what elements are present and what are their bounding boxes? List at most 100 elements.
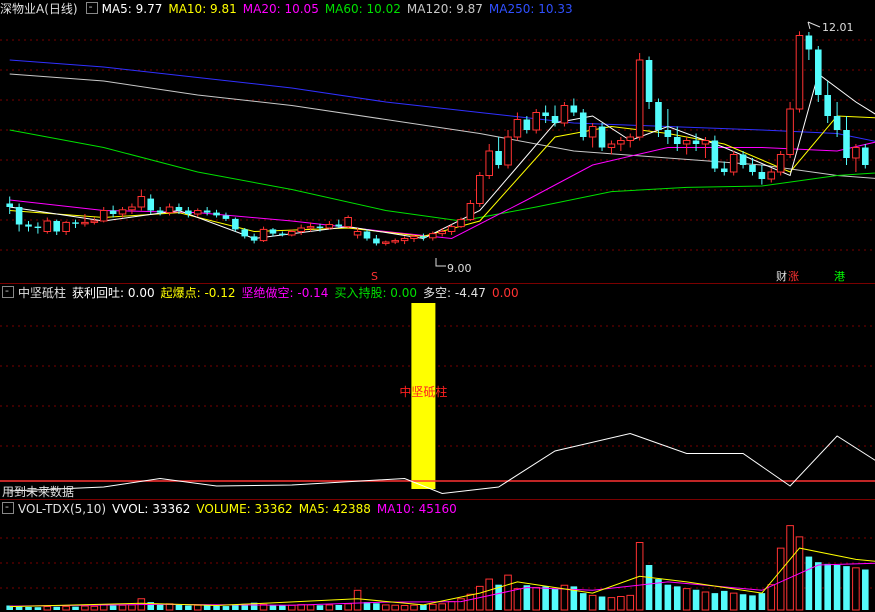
candle-body	[118, 209, 127, 215]
volume-bar	[588, 594, 597, 611]
candle-body	[250, 236, 258, 241]
vol-ma10-label: MA10: 45160	[376, 502, 457, 516]
volume-bar	[429, 603, 437, 611]
candle-body	[682, 140, 691, 145]
candle-body	[523, 119, 531, 130]
indicator-chart[interactable]: 中坚砥柱 用到未来数据	[0, 286, 875, 501]
volume-bar	[749, 595, 756, 610]
candle-body	[381, 241, 390, 244]
candle-body	[833, 116, 841, 130]
candle-body	[6, 203, 13, 207]
volume-bar	[447, 601, 456, 611]
volume-bar	[786, 525, 794, 611]
volume-bar	[363, 602, 371, 610]
candle-body	[862, 147, 869, 165]
candle-body	[72, 222, 79, 224]
candle-body	[495, 151, 502, 165]
candle-body	[353, 231, 362, 236]
volume-bar	[729, 592, 738, 611]
candle-body	[363, 231, 371, 239]
candle-body	[711, 140, 719, 169]
volume-bar	[269, 604, 277, 610]
candle-body	[749, 165, 756, 172]
ma250-line	[9, 59, 875, 142]
candle-body	[776, 154, 785, 173]
candle-body	[739, 154, 747, 165]
volume-bar	[513, 588, 522, 611]
volume-bar	[776, 547, 785, 611]
candle-body	[90, 220, 99, 223]
volume-bar	[391, 604, 399, 611]
volume-bar	[316, 605, 324, 610]
candle-body	[588, 126, 597, 138]
candle-body	[287, 231, 296, 236]
volume-bar	[833, 565, 841, 610]
volume-bar	[15, 606, 23, 610]
moving-average-lines	[9, 59, 875, 240]
volume-bar	[222, 606, 230, 610]
candle-body	[43, 220, 52, 232]
volume-bar	[43, 606, 52, 611]
event-gang-marker[interactable]: 港	[834, 270, 845, 283]
volume-bar	[692, 589, 700, 610]
volume-chart[interactable]	[0, 518, 875, 612]
candle-body	[213, 212, 220, 216]
volume-bar	[457, 598, 465, 611]
candle-body	[62, 221, 70, 232]
candle-body	[729, 154, 738, 173]
volume-bar	[824, 563, 831, 610]
candle-body	[316, 226, 324, 228]
volume-bar	[682, 588, 691, 611]
event-cai-marker[interactable]: 财	[776, 269, 787, 283]
candle-body	[767, 171, 776, 180]
candle-body	[466, 203, 475, 221]
volume-bar	[34, 607, 42, 610]
volume-bar	[410, 604, 418, 611]
volume-bar	[664, 584, 672, 610]
vvol-label: VVOL: 33362	[112, 502, 191, 516]
candle-body	[259, 228, 268, 242]
candle-body	[457, 219, 465, 228]
volume-bar	[607, 597, 616, 611]
candle-body	[156, 210, 164, 213]
volume-bar	[175, 604, 183, 610]
candle-body	[203, 210, 211, 213]
volume-bar	[843, 566, 850, 610]
candle-body	[485, 150, 494, 176]
panel-divider	[0, 499, 875, 500]
volume-bar	[53, 606, 61, 610]
candle-body	[617, 140, 625, 145]
candle-body	[429, 233, 437, 239]
volume-title: VOL-TDX(5,10)	[18, 502, 107, 516]
volume-bar	[852, 567, 860, 611]
candle-body	[297, 227, 305, 232]
candle-body	[99, 210, 108, 222]
volume-bar	[99, 604, 108, 611]
event-s-marker[interactable]: S	[371, 270, 378, 283]
candle-body	[81, 221, 89, 225]
volume-bar	[701, 591, 710, 611]
candle-body	[645, 60, 653, 102]
candle-body	[420, 236, 427, 238]
volume-bar	[739, 594, 747, 610]
candle-body	[626, 136, 635, 141]
volume-bar	[72, 606, 79, 610]
volume-bar	[193, 604, 202, 611]
volume-bar	[353, 589, 362, 611]
candle-body	[128, 206, 136, 211]
candle-body	[805, 35, 813, 50]
candle-body	[222, 215, 230, 219]
candle-body	[758, 172, 766, 179]
volume-bar	[62, 605, 70, 611]
indicator-line	[9, 432, 875, 495]
event-zhang-marker[interactable]: 涨	[788, 270, 799, 283]
candle-body	[824, 95, 831, 116]
volume-bar	[279, 605, 286, 610]
candle-body	[607, 143, 616, 148]
candle-body	[185, 210, 192, 214]
candle-body	[269, 229, 277, 234]
volume-bar	[118, 604, 127, 611]
candlestick-chart[interactable]: 12.01 9.00 S 财 涨 港	[0, 0, 875, 284]
collapse-icon[interactable]	[2, 499, 14, 515]
ma120-line	[9, 73, 875, 179]
